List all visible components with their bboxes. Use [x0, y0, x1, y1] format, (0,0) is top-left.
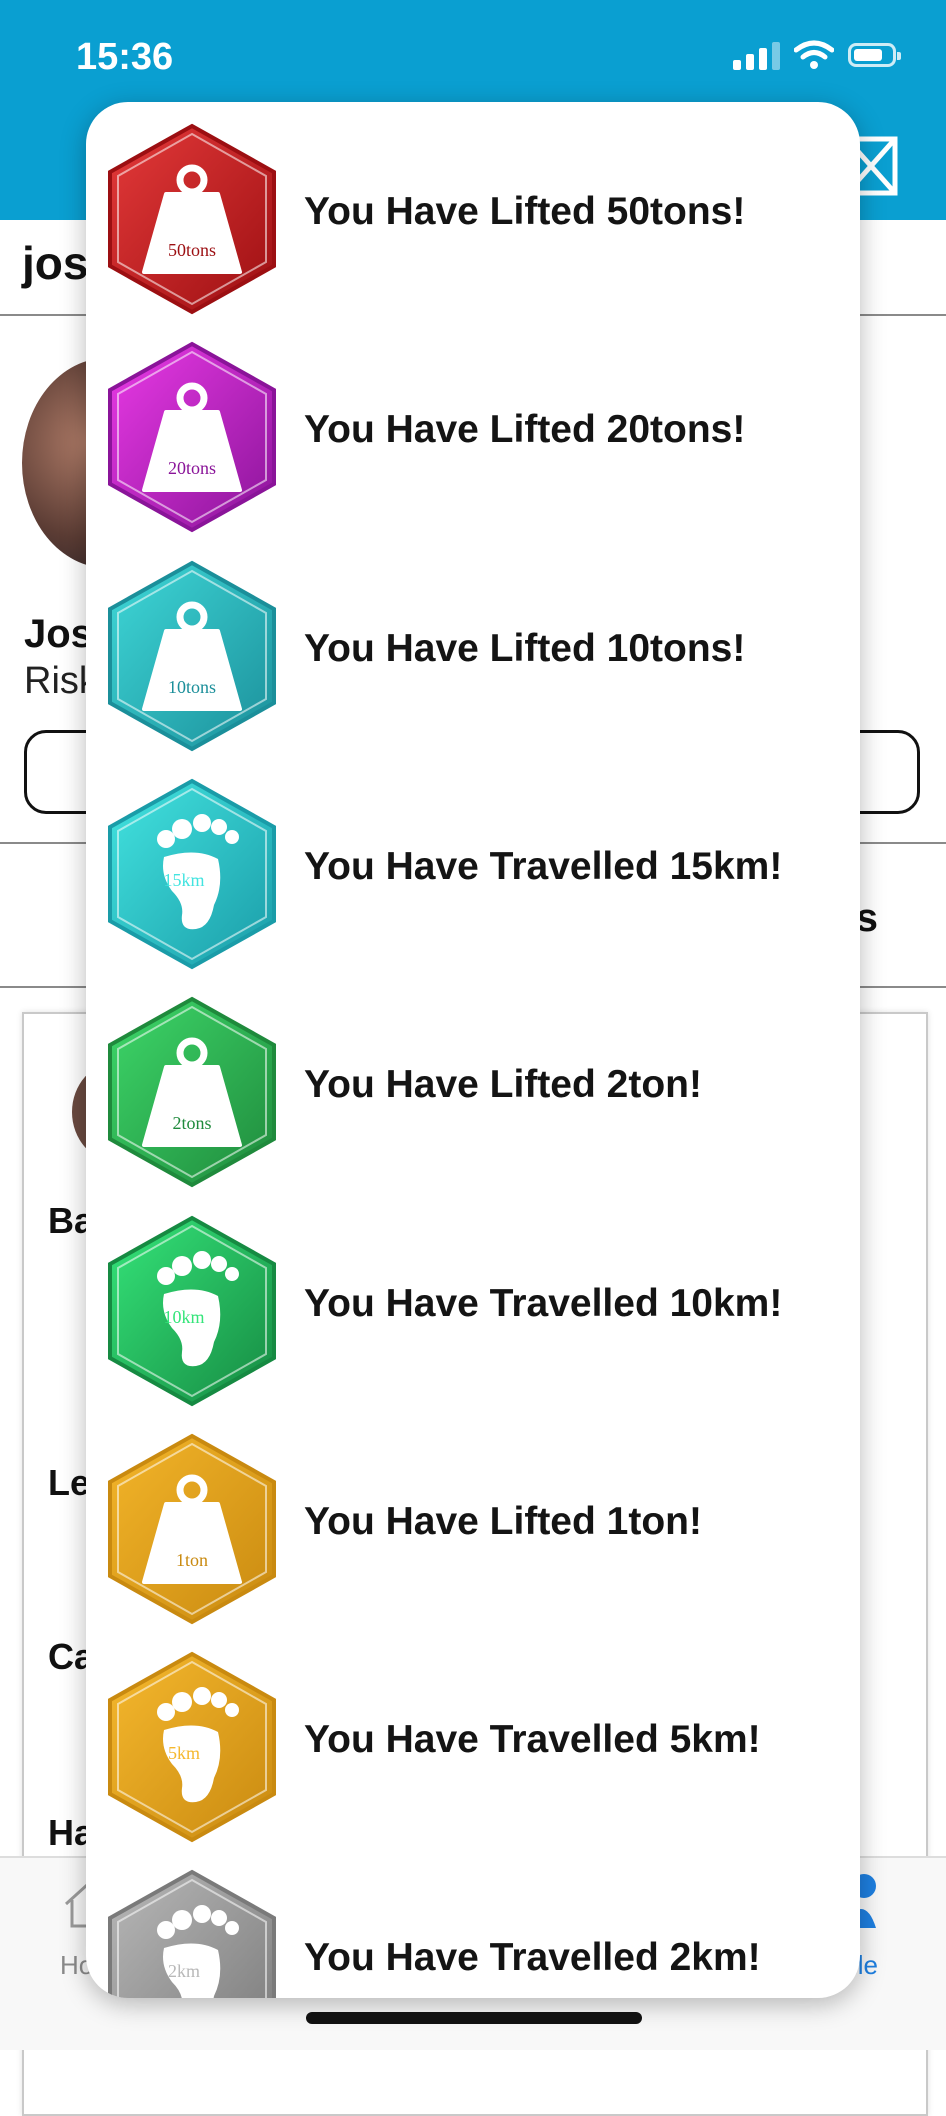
badge-text: 5km	[168, 1743, 200, 1763]
badge-text: 10tons	[168, 677, 216, 697]
battery-icon	[848, 43, 901, 67]
achievement-item[interactable]: 10tons You Have Lifted 10tons!	[86, 541, 860, 759]
badge-text: 15km	[163, 870, 204, 890]
achievement-label: You Have Lifted 2ton!	[304, 1063, 702, 1107]
achievement-label: You Have Lifted 20tons!	[304, 408, 746, 452]
footprint-badge-icon: 15km	[108, 778, 276, 970]
achievement-label: You Have Lifted 10tons!	[304, 626, 746, 670]
achievement-item[interactable]: 20tons You Have Lifted 20tons!	[86, 322, 860, 540]
achievement-item[interactable]: 50tons You Have Lifted 50tons!	[86, 104, 860, 322]
card-label: Le	[48, 1462, 91, 1503]
badge-text: 2km	[168, 1961, 200, 1981]
home-indicator[interactable]	[306, 2012, 642, 2024]
profile-name: Jos	[24, 612, 93, 656]
badge-text: 50tons	[168, 240, 216, 260]
status-icons	[733, 40, 901, 70]
profile-username: jos	[22, 237, 89, 289]
achievement-label: You Have Lifted 50tons!	[304, 190, 746, 233]
badge-text: 10km	[163, 1307, 204, 1327]
badge-text: 1ton	[176, 1550, 208, 1570]
achievement-item[interactable]: 1ton You Have Lifted 1ton!	[86, 1414, 860, 1632]
achievement-item[interactable]: 2tons You Have Lifted 2ton!	[86, 977, 860, 1195]
achievement-label: You Have Travelled 10km!	[304, 1281, 783, 1325]
footprint-badge-icon: 2km	[108, 1870, 276, 1998]
achievement-item[interactable]: 2km You Have Travelled 2km!	[86, 1850, 860, 1998]
weight-badge-icon: 10tons	[108, 560, 276, 751]
achievement-label: You Have Travelled 15km!	[304, 844, 783, 888]
achievement-item[interactable]: 15km You Have Travelled 15km!	[86, 759, 860, 977]
achievement-item[interactable]: 10km You Have Travelled 10km!	[86, 1196, 860, 1414]
status-time: 15:36	[76, 36, 174, 78]
footprint-badge-icon: 10km	[108, 1215, 276, 1406]
achievements-modal: 50tons You Have Lifted 50tons! 20tons Yo…	[86, 102, 860, 1998]
badge-text: 2tons	[172, 1113, 211, 1133]
weight-badge-icon: 50tons	[108, 123, 276, 315]
cellular-signal-icon	[733, 40, 780, 70]
achievement-label: You Have Travelled 2km!	[304, 1936, 761, 1980]
weight-badge-icon: 2tons	[108, 996, 276, 1188]
weight-badge-icon: 1ton	[108, 1433, 276, 1625]
footprint-badge-icon: 5km	[108, 1651, 276, 1843]
achievement-label: You Have Travelled 5km!	[304, 1718, 761, 1762]
achievement-item[interactable]: 5km You Have Travelled 5km!	[86, 1632, 860, 1850]
weight-badge-icon: 20tons	[108, 342, 276, 533]
badge-text: 20tons	[168, 458, 216, 478]
wifi-icon	[794, 40, 834, 69]
achievement-label: You Have Lifted 1ton!	[304, 1499, 702, 1543]
